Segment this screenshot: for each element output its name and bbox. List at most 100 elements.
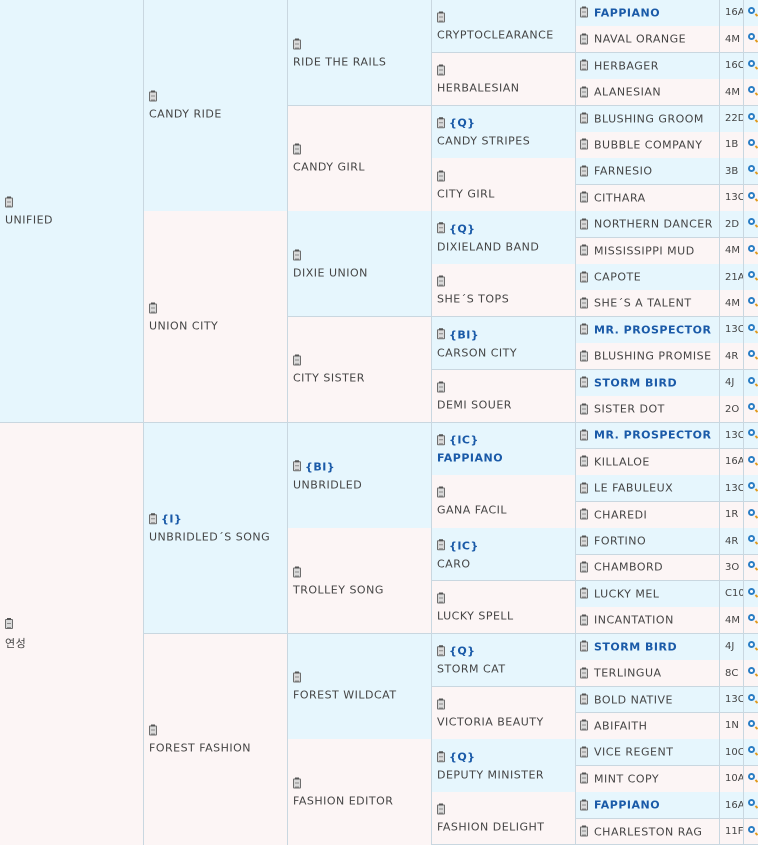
horse-gen4-6[interactable]: {BI} CARSON CITY bbox=[432, 316, 576, 371]
horse-name[interactable]: CHAREDI bbox=[594, 508, 647, 521]
clipboard-icon[interactable] bbox=[437, 698, 445, 710]
horse-gen3-7[interactable]: FASHION EDITOR bbox=[288, 739, 432, 845]
horse-name[interactable]: DEPUTY MINISTER bbox=[437, 768, 573, 781]
clipboard-icon[interactable] bbox=[437, 803, 445, 815]
clipboard-icon[interactable] bbox=[580, 429, 588, 441]
clipboard-icon[interactable] bbox=[437, 486, 445, 498]
horse-gen5-5[interactable]: BUBBLE COMPANY bbox=[576, 132, 720, 159]
clipboard-icon[interactable] bbox=[437, 381, 445, 393]
magnifier-button[interactable] bbox=[744, 660, 758, 688]
clipboard-icon[interactable] bbox=[580, 587, 588, 599]
magnifier-button[interactable] bbox=[744, 343, 758, 371]
horse-name[interactable]: LUCKY MEL bbox=[594, 587, 659, 600]
clipboard-icon[interactable] bbox=[149, 90, 157, 102]
horse-name[interactable]: CANDY STRIPES bbox=[437, 135, 573, 148]
horse-name[interactable]: LE FABULEUX bbox=[594, 482, 673, 495]
magnifier-button[interactable] bbox=[744, 0, 758, 27]
clipboard-icon[interactable] bbox=[580, 86, 588, 98]
horse-name[interactable]: NORTHERN DANCER bbox=[594, 218, 713, 231]
clipboard-icon[interactable] bbox=[437, 222, 445, 234]
magnifier-button[interactable] bbox=[744, 26, 758, 54]
magnifier-button[interactable] bbox=[744, 686, 758, 714]
clipboard-icon[interactable] bbox=[580, 218, 588, 230]
horse-gen3-2[interactable]: DIXIE UNION bbox=[288, 211, 432, 318]
horse-gen3-6[interactable]: FOREST WILDCAT bbox=[288, 633, 432, 740]
horse-gen2-1[interactable]: UNION CITY bbox=[144, 211, 288, 423]
magnifier-button[interactable] bbox=[744, 79, 758, 107]
magnifier-button[interactable] bbox=[744, 607, 758, 635]
clipboard-icon[interactable] bbox=[293, 354, 301, 366]
horse-name[interactable]: FASHION EDITOR bbox=[293, 794, 429, 807]
horse-name[interactable]: CAPOTE bbox=[594, 271, 641, 284]
horse-name[interactable]: KILLALOE bbox=[594, 455, 650, 468]
horse-gen4-5[interactable]: SHE´S TOPS bbox=[432, 264, 576, 318]
clipboard-icon[interactable] bbox=[580, 693, 588, 705]
clipboard-icon[interactable] bbox=[149, 724, 157, 736]
horse-name[interactable]: DEMI SOUER bbox=[437, 398, 573, 411]
horse-gen5-15[interactable]: SISTER DOT bbox=[576, 396, 720, 423]
horse-gen1-1[interactable]: 연성 bbox=[0, 422, 144, 845]
horse-gen5-1[interactable]: NAVAL ORANGE bbox=[576, 26, 720, 54]
horse-name[interactable]: CARO bbox=[437, 557, 573, 570]
horse-name[interactable]: SHE´S TOPS bbox=[437, 293, 573, 306]
magnifier-button[interactable] bbox=[744, 475, 758, 503]
magnifier-button[interactable] bbox=[744, 739, 758, 767]
horse-gen4-9[interactable]: GANA FACIL bbox=[432, 475, 576, 529]
magnifier-button[interactable] bbox=[744, 554, 758, 582]
horse-gen5-6[interactable]: FARNESIO bbox=[576, 158, 720, 186]
horse-gen5-22[interactable]: LUCKY MEL bbox=[576, 580, 720, 608]
clipboard-icon[interactable] bbox=[580, 535, 588, 547]
horse-name[interactable]: UNIFIED bbox=[5, 214, 141, 227]
clipboard-icon[interactable] bbox=[580, 640, 588, 652]
magnifier-button[interactable] bbox=[744, 422, 758, 450]
horse-gen4-13[interactable]: VICTORIA BEAUTY bbox=[432, 686, 576, 740]
clipboard-icon[interactable] bbox=[580, 112, 588, 124]
horse-name[interactable]: FAPPIANO bbox=[594, 799, 660, 812]
horse-gen5-28[interactable]: VICE REGENT bbox=[576, 739, 720, 767]
horse-gen3-5[interactable]: TROLLEY SONG bbox=[288, 528, 432, 635]
horse-name[interactable]: STORM BIRD bbox=[594, 640, 677, 653]
clipboard-icon[interactable] bbox=[580, 33, 588, 45]
horse-gen5-16[interactable]: MR. PROSPECTOR bbox=[576, 422, 720, 450]
clipboard-icon[interactable] bbox=[580, 561, 588, 573]
horse-name[interactable]: UNBRIDLED´S SONG bbox=[149, 531, 285, 544]
clipboard-icon[interactable] bbox=[437, 117, 445, 129]
clipboard-icon[interactable] bbox=[580, 191, 588, 203]
magnifier-button[interactable] bbox=[744, 52, 758, 80]
horse-name[interactable]: CANDY GIRL bbox=[293, 161, 429, 174]
clipboard-icon[interactable] bbox=[293, 460, 301, 472]
horse-gen4-4[interactable]: {Q} DIXIELAND BAND bbox=[432, 211, 576, 265]
magnifier-button[interactable] bbox=[744, 290, 758, 318]
horse-gen4-10[interactable]: {IC} CARO bbox=[432, 528, 576, 582]
horse-name[interactable]: CHARLESTON RAG bbox=[594, 825, 702, 838]
horse-gen5-29[interactable]: MINT COPY bbox=[576, 765, 720, 793]
horse-gen5-30[interactable]: FAPPIANO bbox=[576, 792, 720, 820]
horse-name[interactable]: SISTER DOT bbox=[594, 403, 665, 416]
horse-name[interactable]: FAPPIANO bbox=[437, 451, 573, 464]
horse-gen5-27[interactable]: ABIFAITH bbox=[576, 712, 720, 740]
horse-gen2-3[interactable]: FOREST FASHION bbox=[144, 633, 288, 845]
horse-gen4-1[interactable]: HERBALESIAN bbox=[432, 52, 576, 107]
horse-name[interactable]: BLUSHING GROOM bbox=[594, 112, 704, 125]
horse-name[interactable]: HERBAGER bbox=[594, 59, 659, 72]
clipboard-icon[interactable] bbox=[580, 271, 588, 282]
horse-gen3-4[interactable]: {BI} UNBRIDLED bbox=[288, 422, 432, 529]
magnifier-button[interactable] bbox=[744, 633, 758, 661]
horse-name[interactable]: INCANTATION bbox=[594, 614, 674, 627]
clipboard-icon[interactable] bbox=[437, 64, 445, 76]
horse-name[interactable]: VICTORIA BEAUTY bbox=[437, 715, 573, 728]
horse-gen2-0[interactable]: CANDY RIDE bbox=[144, 0, 288, 212]
horse-gen5-2[interactable]: HERBAGER bbox=[576, 52, 720, 80]
horse-gen5-13[interactable]: BLUSHING PROMISE bbox=[576, 343, 720, 371]
horse-gen5-8[interactable]: NORTHERN DANCER bbox=[576, 211, 720, 239]
magnifier-button[interactable] bbox=[744, 765, 758, 793]
clipboard-icon[interactable] bbox=[580, 508, 588, 520]
horse-name[interactable]: BUBBLE COMPANY bbox=[594, 138, 703, 151]
clipboard-icon[interactable] bbox=[437, 750, 445, 762]
clipboard-icon[interactable] bbox=[5, 196, 13, 208]
clipboard-icon[interactable] bbox=[580, 165, 588, 177]
horse-name[interactable]: CITY GIRL bbox=[437, 187, 573, 200]
clipboard-icon[interactable] bbox=[580, 376, 588, 388]
horse-gen5-4[interactable]: BLUSHING GROOM bbox=[576, 105, 720, 133]
clipboard-icon[interactable] bbox=[580, 403, 588, 415]
